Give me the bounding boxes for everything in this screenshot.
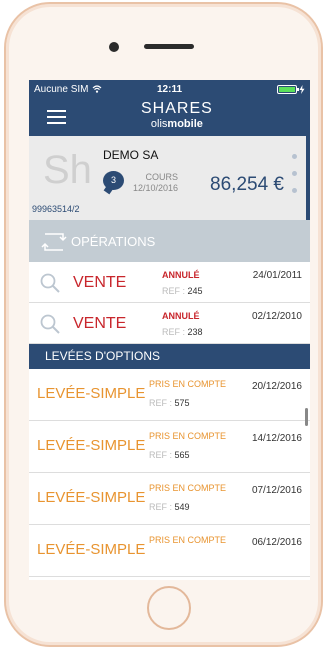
operation-ref: REF : 245	[162, 286, 203, 296]
operations-list: VENTE ANNULÉ REF : 245 24/01/2011 VENTE …	[29, 262, 310, 344]
status-time: 12:11	[156, 83, 183, 95]
ref-value: 565	[174, 450, 190, 460]
badge-count: 3	[110, 175, 116, 185]
camera-icon	[109, 42, 119, 52]
cours-date: 12/10/2016	[133, 183, 179, 193]
page-dot[interactable]	[292, 154, 297, 159]
operation-date: 02/12/2010	[251, 311, 302, 322]
operation-row[interactable]: VENTE ANNULÉ REF : 238 02/12/2010	[29, 303, 310, 344]
levee-status: PRIS EN COMPTE	[149, 379, 227, 389]
levee-date: 06/12/2016	[251, 537, 302, 548]
operation-type: VENTE	[73, 315, 127, 332]
logo-suffix: mobile	[167, 118, 203, 130]
scrollbar[interactable]	[305, 408, 308, 426]
logo-title: SHARES	[141, 100, 213, 117]
share-price: 86,254 €	[210, 174, 284, 195]
ref-value: 575	[174, 398, 190, 408]
operations-header[interactable]: OPÉRATIONS	[29, 220, 310, 262]
app-logo: SHARES olismobile	[141, 100, 213, 130]
company-name: DEMO SA	[103, 148, 159, 162]
levee-date: 14/12/2016	[251, 433, 302, 444]
operations-title: OPÉRATIONS	[71, 234, 156, 249]
company-card[interactable]: Sh 99963514/2 DEMO SA 3 COURS 12/10/2016…	[29, 136, 310, 220]
ref-label: REF :	[149, 398, 173, 408]
levee-row[interactable]: LEVÉE-SIMPLE PRIS EN COMPTE REF : 549 07…	[29, 473, 310, 525]
ref-label: REF :	[162, 286, 186, 296]
page-dot[interactable]	[292, 188, 297, 193]
levee-status: PRIS EN COMPTE	[149, 483, 227, 493]
operation-ref: REF : 238	[162, 327, 203, 337]
levee-row[interactable]: LEVÉE-SIMPLE PRIS EN COMPTE 06/12/2016	[29, 525, 310, 577]
battery-icon	[277, 84, 299, 94]
operation-row[interactable]: VENTE ANNULÉ REF : 245 24/01/2011	[29, 262, 310, 303]
top-navbar: SHARES olismobile	[29, 98, 310, 136]
ref-label: REF :	[162, 327, 186, 337]
cours-label: COURS	[145, 172, 179, 182]
levee-type: LEVÉE-SIMPLE	[37, 489, 146, 506]
levee-type: LEVÉE-SIMPLE	[37, 437, 146, 454]
notification-badge[interactable]: 3	[103, 171, 124, 190]
levee-status: PRIS EN COMPTE	[149, 535, 227, 545]
levee-ref: REF : 549	[149, 502, 190, 512]
operation-status: ANNULÉ	[162, 270, 200, 280]
ref-label: REF :	[149, 450, 173, 460]
ref-value: 549	[174, 502, 190, 512]
operation-type: VENTE	[73, 274, 127, 291]
home-button[interactable]	[147, 586, 191, 630]
status-bar: Aucune SIM 12:11	[29, 80, 310, 98]
page-dots[interactable]	[292, 154, 297, 205]
ref-label: REF :	[149, 502, 173, 512]
logo-subtitle: olismobile	[141, 118, 213, 130]
speaker-grille	[144, 44, 194, 49]
operation-date: 24/01/2011	[252, 270, 302, 281]
operation-status: ANNULÉ	[162, 311, 200, 321]
levees-list: LEVÉE-SIMPLE PRIS EN COMPTE REF : 575 20…	[29, 369, 310, 577]
account-id: 99963514/2	[32, 204, 80, 214]
cours-info: COURS 12/10/2016	[133, 172, 178, 194]
app-screen: Aucune SIM 12:11 SHARES olismobile Sh 99…	[29, 80, 310, 580]
levees-header: LEVÉES D'OPTIONS	[29, 344, 310, 369]
levee-date: 07/12/2016	[251, 485, 302, 496]
phone-frame: Aucune SIM 12:11 SHARES olismobile Sh 99…	[4, 2, 323, 647]
levee-ref: REF : 565	[149, 450, 190, 460]
company-avatar: Sh	[43, 148, 92, 192]
ref-value: 245	[187, 286, 203, 296]
menu-icon[interactable]	[47, 110, 66, 124]
levee-type: LEVÉE-SIMPLE	[37, 385, 146, 402]
page-dot[interactable]	[292, 171, 297, 176]
logo-prefix: olis	[150, 118, 168, 130]
search-icon[interactable]	[39, 313, 61, 335]
search-icon[interactable]	[39, 272, 61, 294]
levee-row[interactable]: LEVÉE-SIMPLE PRIS EN COMPTE REF : 575 20…	[29, 369, 310, 421]
ref-value: 238	[187, 327, 203, 337]
levee-date: 20/12/2016	[251, 381, 302, 392]
levee-status: PRIS EN COMPTE	[149, 431, 227, 441]
transfer-icon	[41, 233, 67, 251]
levee-row[interactable]: LEVÉE-SIMPLE PRIS EN COMPTE REF : 565 14…	[29, 421, 310, 473]
levee-ref: REF : 575	[149, 398, 190, 408]
levee-type: LEVÉE-SIMPLE	[37, 541, 146, 558]
